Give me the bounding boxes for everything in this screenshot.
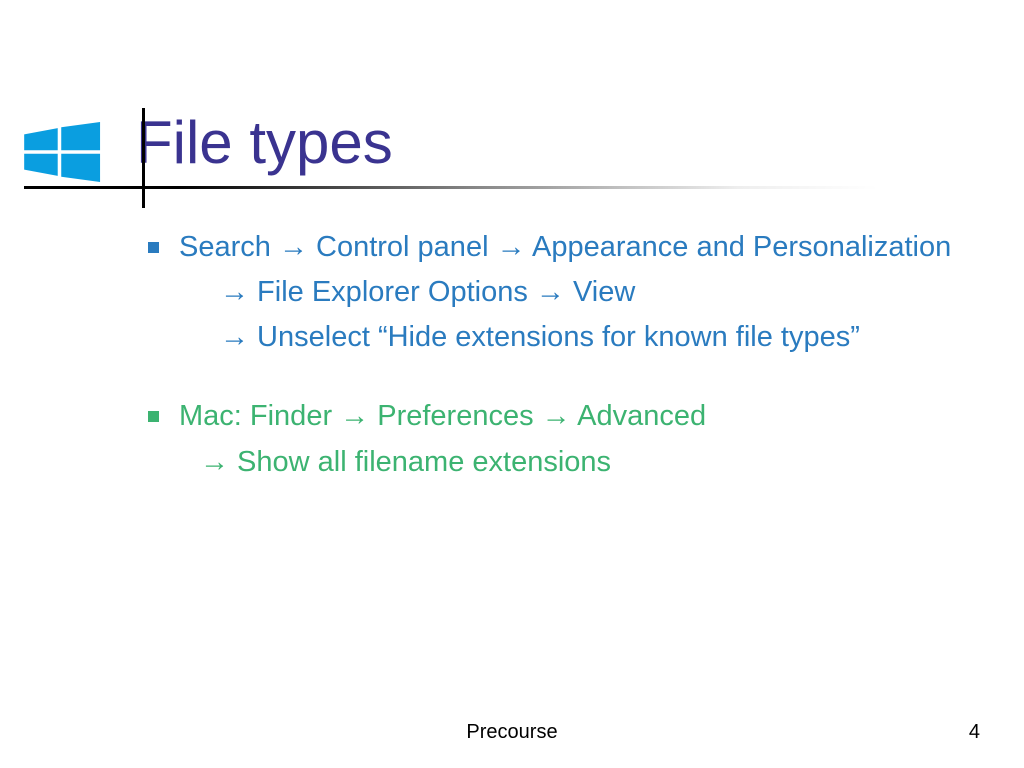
arrow-right-icon: →: [220, 276, 249, 308]
arrow-right-icon: →: [340, 400, 369, 432]
arrow-right-icon: →: [220, 321, 249, 353]
bullet-mac-sub1: → Show all filename extensions: [200, 443, 994, 482]
bullet-windows: Search → Control panel → Appearance and …: [148, 228, 994, 267]
footer-label: Precourse: [0, 721, 1024, 744]
arrow-right-icon: →: [279, 231, 308, 263]
windows-logo-icon: [24, 122, 102, 182]
bullet-mac-line1: Mac: Finder → Preferences → Advanced: [179, 397, 706, 436]
bullet-square-icon: [148, 411, 159, 422]
arrow-right-icon: →: [536, 276, 565, 308]
arrow-right-icon: →: [497, 231, 526, 263]
title-block: File types: [24, 108, 1000, 208]
bullet-windows-sub1: → File Explorer Options → View: [220, 273, 994, 312]
bullet-windows-sub2: → Unselect “Hide extensions for known fi…: [220, 318, 994, 357]
arrow-right-icon: →: [200, 446, 229, 478]
title-horizontal-rule: [24, 186, 1024, 189]
bullet-square-icon: [148, 242, 159, 253]
bullet-mac: Mac: Finder → Preferences → Advanced: [148, 397, 994, 436]
slide-title: File types: [136, 108, 393, 177]
arrow-right-icon: →: [542, 400, 571, 432]
slide: File types Search → Control panel → Appe…: [0, 0, 1024, 768]
page-number: 4: [969, 721, 980, 744]
title-vertical-rule: [142, 108, 145, 208]
bullet-windows-line1: Search → Control panel → Appearance and …: [179, 228, 951, 267]
slide-body: Search → Control panel → Appearance and …: [148, 228, 994, 488]
